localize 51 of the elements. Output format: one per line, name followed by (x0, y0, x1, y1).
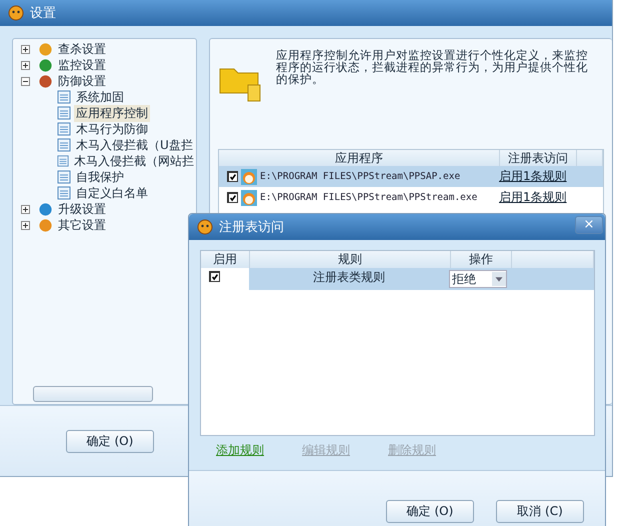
table-row[interactable]: E:\PROGRAM FILES\PPStream\PPSAP.exe 启用1条规则 (219, 166, 603, 187)
page-icon (57, 170, 71, 184)
page-icon (57, 138, 71, 152)
dialog-title: 注册表访问 (219, 219, 284, 236)
rule-link[interactable]: 启用1条规则 (499, 189, 567, 206)
tree-item[interactable]: 其它设置 (56, 216, 108, 234)
cancel-button[interactable]: 取消 (C) (496, 500, 584, 523)
category-icon (38, 74, 53, 88)
checkbox[interactable] (209, 271, 220, 282)
app-icon (241, 168, 257, 184)
description-text: 应用程序控制允许用户对监控设置进行个性化定义，来监控程序的运行状态，拦截进程的异常行为，为用户提供个性化的保护。 (276, 49, 589, 88)
tree-item[interactable]: 查杀设置 (56, 40, 108, 58)
expand-icon[interactable] (21, 220, 30, 230)
tree-item[interactable]: 木马入侵拦截（U盘拦 (74, 136, 195, 154)
category-icon (38, 42, 53, 56)
category-icon (38, 202, 53, 216)
page-icon (57, 90, 71, 104)
window-title: 设置 (30, 5, 56, 22)
tree-item[interactable]: 木马入侵拦截（网站拦 (72, 152, 196, 170)
expand-icon[interactable] (21, 204, 30, 214)
tree-item[interactable]: 系统加固 (74, 88, 126, 106)
action-dropdown[interactable]: 拒绝 (449, 270, 507, 288)
page-icon (57, 122, 71, 136)
page-icon (57, 186, 71, 200)
checkbox[interactable] (227, 192, 238, 203)
ok-button[interactable]: 确定 (O) (66, 430, 154, 452)
page-icon (57, 154, 69, 168)
horizontal-scrollbar[interactable] (33, 386, 153, 400)
expand-icon[interactable] (21, 44, 30, 54)
rule-cell-text: 注册表类规则 (313, 269, 385, 286)
table-row[interactable]: E:\PROGRAM FILES\PPStream\PPStream.exe 启用1条规则 (219, 187, 603, 208)
file-path: E:\PROGRAM FILES\PPStream\PPSAP.exe (260, 171, 462, 182)
collapse-icon[interactable] (21, 76, 30, 86)
tree-item[interactable]: 木马行为防御 (74, 120, 150, 138)
rule-link[interactable]: 启用1条规则 (499, 168, 567, 185)
tree-item[interactable]: 自定义白名单 (74, 184, 150, 202)
category-icon (38, 58, 53, 72)
table-row[interactable]: 注册表类规则 拒绝 (249, 268, 594, 290)
category-icon (38, 218, 53, 232)
file-path: E:\PROGRAM FILES\PPStream\PPStream.exe (260, 192, 478, 203)
expand-icon[interactable] (21, 60, 30, 70)
tree-item[interactable]: 应用程序控制 (74, 104, 150, 122)
checkbox[interactable] (227, 171, 238, 182)
tree-item[interactable]: 监控设置 (56, 56, 108, 74)
ok-button[interactable]: 确定 (O) (386, 500, 474, 523)
app-icon (241, 190, 257, 206)
rule-link[interactable]: 添加规则 (216, 442, 264, 462)
page-icon (57, 106, 71, 120)
tree-item[interactable]: 自我保护 (74, 168, 126, 186)
tree-item[interactable]: 升级设置 (56, 200, 108, 218)
tree-item[interactable]: 防御设置 (56, 72, 108, 90)
